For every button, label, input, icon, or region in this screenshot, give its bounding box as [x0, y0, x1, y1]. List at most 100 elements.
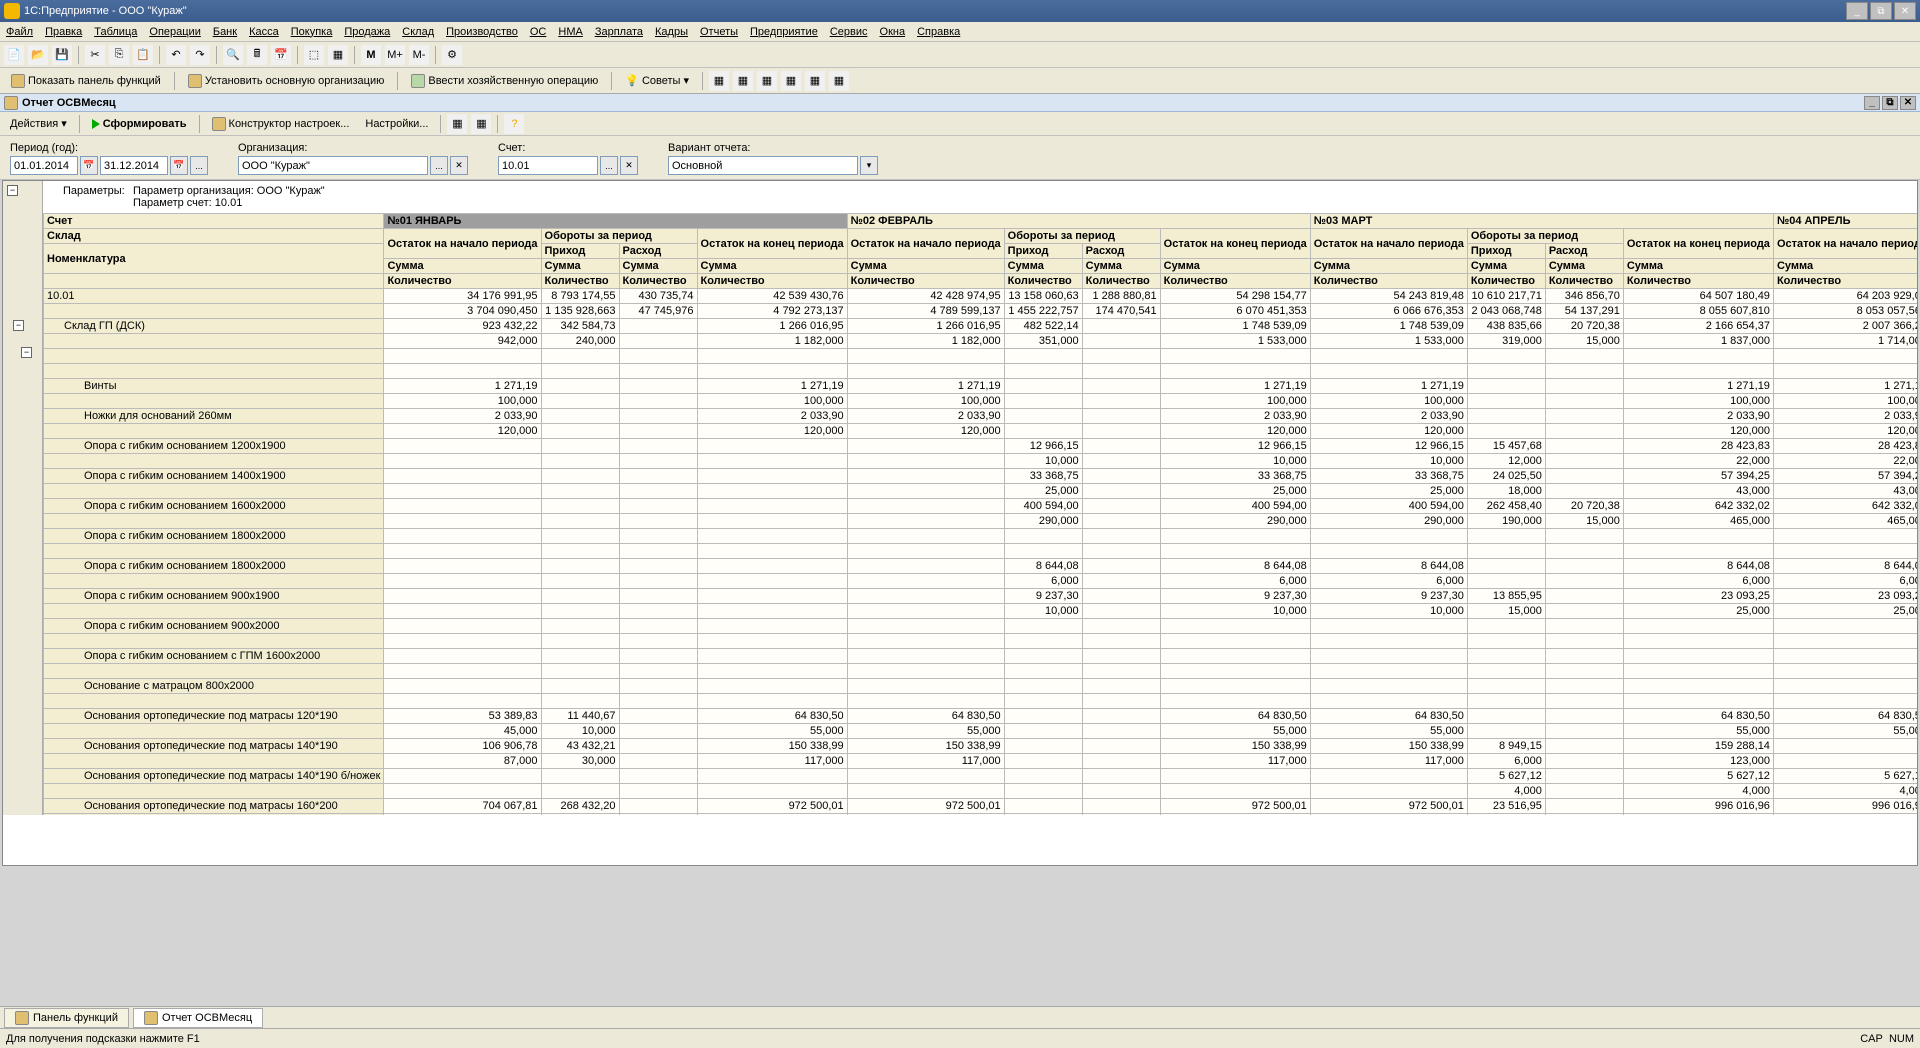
acct-clear[interactable]: ✕ — [620, 156, 638, 175]
calendar-icon[interactable]: 📅 — [271, 45, 291, 65]
m-bold[interactable]: M — [361, 45, 381, 65]
constructor-button[interactable]: Конструктор настроек... — [206, 115, 356, 133]
collapse-l2[interactable]: − — [21, 347, 32, 358]
new-icon[interactable]: 📄 — [4, 45, 24, 65]
collapse-root[interactable]: − — [7, 185, 18, 196]
status-cap: CAP — [1860, 1033, 1883, 1045]
tool1-icon[interactable]: ▦ — [709, 71, 729, 91]
menu-Зарплата[interactable]: Зарплата — [595, 26, 643, 38]
date-from-picker[interactable]: 📅 — [80, 156, 98, 175]
date-to-picker[interactable]: 📅 — [170, 156, 188, 175]
menu-Покупка[interactable]: Покупка — [291, 26, 333, 38]
tool6-icon[interactable]: ▦ — [829, 71, 849, 91]
m-minus[interactable]: M- — [409, 45, 429, 65]
settings-button[interactable]: Настройки... — [359, 116, 434, 132]
org-clear[interactable]: ✕ — [450, 156, 468, 175]
mode2-icon[interactable]: ▦ — [328, 45, 348, 65]
calc-icon[interactable]: 🖩 — [247, 45, 267, 65]
task-tabs: Панель функций Отчет ОСВМесяц — [0, 1006, 1920, 1028]
redo-icon[interactable]: ↷ — [190, 45, 210, 65]
show-panel-button[interactable]: Показать панель функций — [4, 71, 168, 91]
menu-Продажа[interactable]: Продажа — [344, 26, 390, 38]
menu-Склад[interactable]: Склад — [402, 26, 434, 38]
tool-icon[interactable]: ⚙ — [442, 45, 462, 65]
menu-Окна[interactable]: Окна — [880, 26, 906, 38]
doc-restore[interactable]: ⧉ — [1882, 96, 1898, 110]
doc-tool1-icon[interactable]: ▦ — [447, 114, 467, 134]
menu-Операции[interactable]: Операции — [149, 26, 200, 38]
menu-Кадры[interactable]: Кадры — [655, 26, 688, 38]
menu-ОС[interactable]: ОС — [530, 26, 547, 38]
report-scroll[interactable]: Параметры:Параметр организация: ООО "Кур… — [43, 181, 1917, 815]
close-button[interactable]: ✕ — [1894, 2, 1916, 20]
doc-tool2-icon[interactable]: ▦ — [471, 114, 491, 134]
variant-input[interactable] — [668, 156, 858, 175]
menu-Производство[interactable]: Производство — [446, 26, 518, 38]
title-bar: 1C:Предприятие - ООО "Кураж" _ ⧉ ✕ — [0, 0, 1920, 22]
menu-Сервис[interactable]: Сервис — [830, 26, 868, 38]
acct-input[interactable] — [498, 156, 598, 175]
collapse-l1[interactable]: − — [13, 320, 24, 331]
doc-title: Отчет ОСВМесяц — [22, 97, 116, 109]
tool5-icon[interactable]: ▦ — [805, 71, 825, 91]
copy-icon[interactable]: ⎘ — [109, 45, 129, 65]
app-icon — [4, 3, 20, 19]
paste-icon[interactable]: 📋 — [133, 45, 153, 65]
report-area: − − − Параметры:Параметр организация: ОО… — [2, 180, 1918, 866]
menu-Справка[interactable]: Справка — [917, 26, 960, 38]
status-bar: Для получения подсказки нажмите F1 CAP N… — [0, 1028, 1920, 1048]
mode-icon[interactable]: ⬚ — [304, 45, 324, 65]
menu-Касса[interactable]: Касса — [249, 26, 279, 38]
acct-ellipsis[interactable]: ... — [600, 156, 618, 175]
tool4-icon[interactable]: ▦ — [781, 71, 801, 91]
secondary-toolbar: Показать панель функций Установить основ… — [0, 68, 1920, 94]
status-num: NUM — [1889, 1033, 1914, 1045]
restore-button[interactable]: ⧉ — [1870, 2, 1892, 20]
menu-Правка[interactable]: Правка — [45, 26, 82, 38]
report-table: Счет№01 ЯНВАРЬ№02 ФЕВРАЛЬ№03 МАРТ№04 АПР… — [43, 213, 1917, 815]
menu-Банк[interactable]: Банк — [213, 26, 237, 38]
doc-close[interactable]: ✕ — [1900, 96, 1916, 110]
app-title: 1C:Предприятие - ООО "Кураж" — [24, 5, 187, 17]
play-icon — [92, 119, 100, 129]
variant-dropdown[interactable]: ▾ — [860, 156, 878, 175]
variant-label: Вариант отчета: — [668, 142, 878, 154]
find-icon[interactable]: 🔍 — [223, 45, 243, 65]
m-plus[interactable]: M+ — [385, 45, 405, 65]
menu-Предприятие[interactable]: Предприятие — [750, 26, 818, 38]
acct-label: Счет: — [498, 142, 638, 154]
tab-report[interactable]: Отчет ОСВМесяц — [133, 1008, 263, 1028]
params-box: Параметры:Параметр организация: ООО "Кур… — [43, 181, 1917, 213]
actions-dropdown[interactable]: Действия ▾ — [4, 115, 73, 132]
tool3-icon[interactable]: ▦ — [757, 71, 777, 91]
main-toolbar: 📄 📂 💾 ✂ ⎘ 📋 ↶ ↷ 🔍 🖩 📅 ⬚ ▦ M M+ M- ⚙ — [0, 42, 1920, 68]
document-toolbar: Действия ▾ Сформировать Конструктор наст… — [0, 112, 1920, 136]
date-from-input[interactable] — [10, 156, 78, 175]
advice-button[interactable]: 💡Советы ▾ — [618, 71, 696, 90]
menu-bar: Файл Правка Таблица Операции Банк Касса Покупк… — [0, 22, 1920, 42]
form-button[interactable]: Сформировать — [86, 116, 193, 132]
menu-НМА[interactable]: НМА — [558, 26, 582, 38]
org-ellipsis[interactable]: ... — [430, 156, 448, 175]
cut-icon[interactable]: ✂ — [85, 45, 105, 65]
menu-Таблица[interactable]: Таблица — [94, 26, 137, 38]
tree-gutter: − − − — [3, 181, 43, 815]
org-input[interactable] — [238, 156, 428, 175]
menu-Отчеты[interactable]: Отчеты — [700, 26, 738, 38]
org-label: Организация: — [238, 142, 468, 154]
enter-op-button[interactable]: Ввести хозяйственную операцию — [404, 71, 605, 91]
menu-Файл[interactable]: Файл — [6, 26, 33, 38]
period-ellipsis[interactable]: ... — [190, 156, 208, 175]
undo-icon[interactable]: ↶ — [166, 45, 186, 65]
status-hint: Для получения подсказки нажмите F1 — [6, 1033, 200, 1045]
set-org-button[interactable]: Установить основную организацию — [181, 71, 392, 91]
tab-panel[interactable]: Панель функций — [4, 1008, 129, 1028]
tool2-icon[interactable]: ▦ — [733, 71, 753, 91]
date-to-input[interactable] — [100, 156, 168, 175]
open-icon[interactable]: 📂 — [28, 45, 48, 65]
period-label: Период (год): — [10, 142, 208, 154]
minimize-button[interactable]: _ — [1846, 2, 1868, 20]
doc-minimize[interactable]: _ — [1864, 96, 1880, 110]
save-icon[interactable]: 💾 — [52, 45, 72, 65]
help-icon[interactable]: ? — [504, 114, 524, 134]
